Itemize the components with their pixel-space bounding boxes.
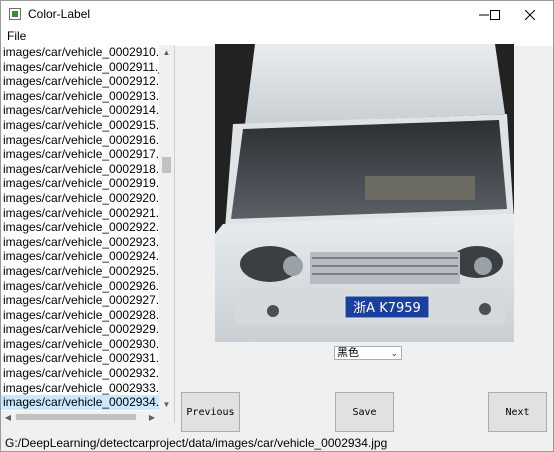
title-bar: Color-Label	[1, 1, 553, 28]
list-item[interactable]: images/car/vehicle_0002912.jpg	[1, 74, 159, 89]
previous-button[interactable]: Previous	[181, 392, 240, 432]
list-item[interactable]: images/car/vehicle_0002932.jpg	[1, 366, 159, 381]
close-button[interactable]	[507, 1, 553, 28]
scroll-up-icon[interactable]: ▲	[159, 45, 174, 59]
list-item[interactable]: images/car/vehicle_0002934.jpg	[1, 395, 159, 410]
list-item[interactable]: images/car/vehicle_0002917.jpg	[1, 147, 159, 162]
list-item[interactable]: images/car/vehicle_0002929.jpg	[1, 322, 159, 337]
scroll-left-icon[interactable]: ◀	[1, 411, 15, 423]
list-item[interactable]: images/car/vehicle_0002914.jpg	[1, 103, 159, 118]
vertical-scrollbar[interactable]: ▲ ▼	[159, 45, 174, 411]
list-item[interactable]: images/car/vehicle_0002927.jpg	[1, 293, 159, 308]
list-item[interactable]: images/car/vehicle_0002925.jpg	[1, 264, 159, 279]
list-item[interactable]: images/car/vehicle_0002924.jpg	[1, 249, 159, 264]
license-plate-text: 浙A K7959	[353, 301, 421, 316]
list-item[interactable]: images/car/vehicle_0002913.jpg	[1, 89, 159, 104]
list-item[interactable]: images/car/vehicle_0002920.jpg	[1, 191, 159, 206]
list-item[interactable]: images/car/vehicle_0002926.jpg	[1, 279, 159, 294]
vertical-scroll-thumb[interactable]	[162, 157, 171, 173]
window-title: Color-Label	[28, 7, 91, 21]
list-item[interactable]: images/car/vehicle_0002911.jpg	[1, 60, 159, 75]
list-item[interactable]: images/car/vehicle_0002930.jpg	[1, 337, 159, 352]
maximize-icon	[490, 9, 500, 20]
list-item[interactable]: images/car/vehicle_0002931.jpg	[1, 351, 159, 366]
list-item[interactable]: images/car/vehicle_0002928.jpg	[1, 308, 159, 323]
scroll-corner	[159, 411, 174, 423]
chevron-down-icon: ⌄	[390, 349, 398, 359]
scroll-down-icon[interactable]: ▼	[159, 397, 174, 411]
list-item[interactable]: images/car/vehicle_0002923.jpg	[1, 235, 159, 250]
status-path: G:/DeepLearning/detectcarproject/data/im…	[5, 436, 388, 450]
list-item[interactable]: images/car/vehicle_0002922.jpg	[1, 220, 159, 235]
list-item[interactable]: images/car/vehicle_0002910.jpg	[1, 45, 159, 60]
list-item[interactable]: images/car/vehicle_0002919.jpg	[1, 176, 159, 191]
app-icon	[9, 8, 21, 20]
close-icon	[525, 9, 535, 20]
scroll-right-icon[interactable]: ▶	[145, 411, 159, 423]
horizontal-scroll-thumb[interactable]	[16, 414, 136, 420]
list-item[interactable]: images/car/vehicle_0002916.jpg	[1, 133, 159, 148]
color-select[interactable]: 黑色 ⌄	[334, 346, 402, 360]
list-item[interactable]: images/car/vehicle_0002918.jpg	[1, 162, 159, 177]
color-select-value: 黑色	[337, 346, 359, 359]
next-button[interactable]: Next	[488, 392, 547, 432]
vehicle-photo: 浙A K7959	[215, 44, 514, 342]
menu-file[interactable]: File	[7, 29, 26, 43]
horizontal-scrollbar[interactable]: ◀ ▶	[1, 411, 159, 423]
app-window: Color-Label File images/car/vehicle_0002…	[0, 0, 554, 452]
list-item[interactable]: images/car/vehicle_0002921.jpg	[1, 206, 159, 221]
save-button[interactable]: Save	[335, 392, 394, 432]
list-item[interactable]: images/car/vehicle_0002933.jpg	[1, 381, 159, 396]
file-list-items: images/car/vehicle_0002910.jpg images/car…	[1, 45, 159, 423]
file-list[interactable]: images/car/vehicle_0002910.jpg images/car…	[1, 45, 175, 423]
vehicle-image: 浙A K7959	[215, 44, 514, 342]
list-item[interactable]: images/car/vehicle_0002915.jpg	[1, 118, 159, 133]
